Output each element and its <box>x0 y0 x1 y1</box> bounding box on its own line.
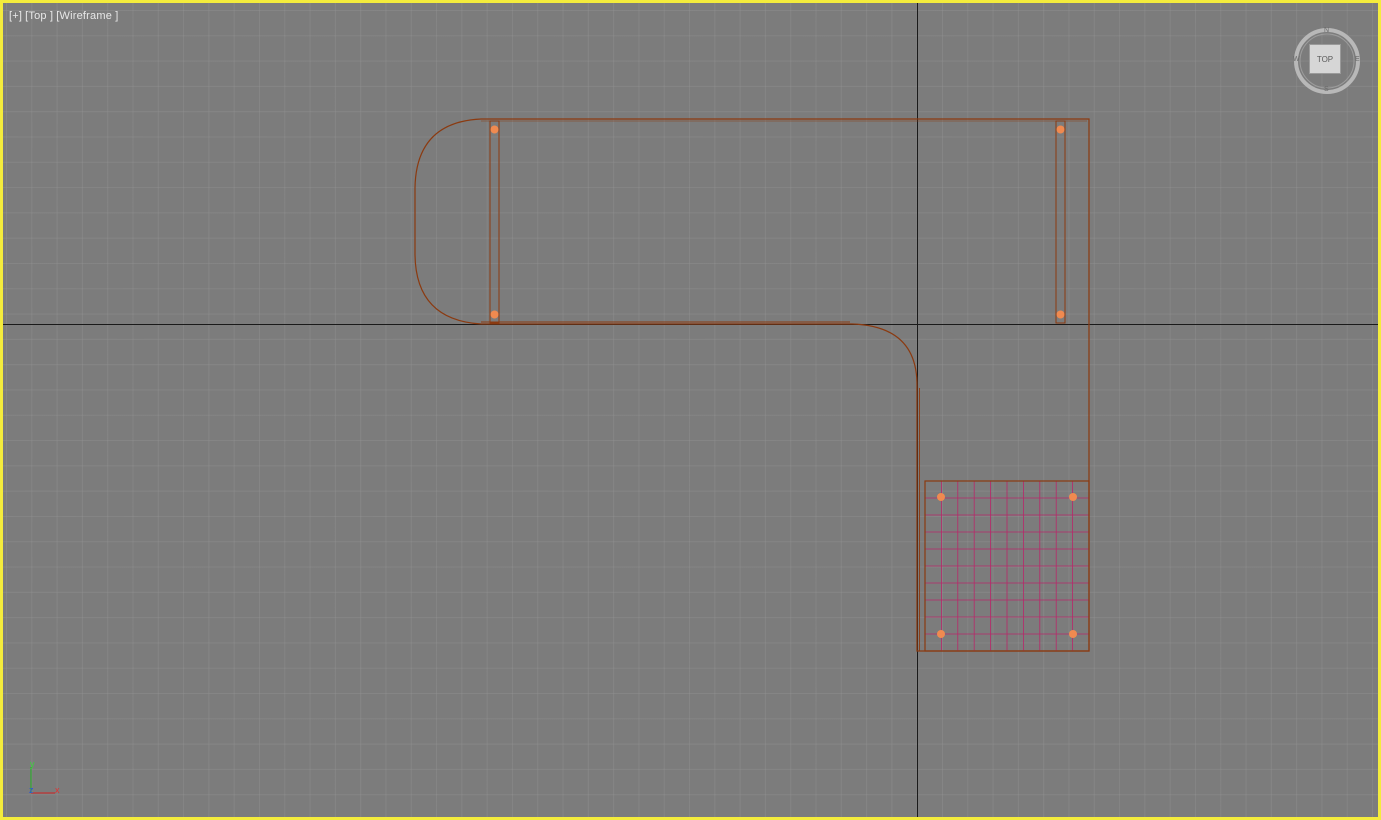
vertex-point <box>1056 310 1065 319</box>
cabinet-grid-object <box>924 480 1090 652</box>
vertex-point <box>490 310 499 319</box>
vertex-point <box>490 125 499 134</box>
vertex-point <box>1056 125 1065 134</box>
vertex-point <box>1069 493 1077 501</box>
compass-south[interactable]: S <box>1324 86 1329 93</box>
desk-outline <box>414 118 1090 652</box>
right-leg-panel <box>1055 120 1066 324</box>
axis-tripod: y z x <box>25 759 65 801</box>
vertex-point <box>937 630 945 638</box>
compass-north[interactable]: N <box>1324 27 1329 34</box>
vertex-point <box>1069 630 1077 638</box>
vertex-point <box>937 493 945 501</box>
axis-z-label: z <box>29 785 34 795</box>
compass-west[interactable]: W <box>1293 56 1300 63</box>
axis-x-label: x <box>55 785 60 795</box>
scene-canvas[interactable] <box>3 3 1378 817</box>
left-leg-panel <box>489 120 500 324</box>
viewcube-top-face[interactable]: TOP <box>1309 44 1341 74</box>
axis-y-label: y <box>30 759 35 769</box>
viewcube[interactable]: N S E W TOP <box>1293 27 1361 95</box>
compass-east[interactable]: E <box>1355 56 1360 63</box>
top-viewport[interactable]: [+] [Top ] [Wireframe ] N S E W TOP y z … <box>0 0 1381 820</box>
